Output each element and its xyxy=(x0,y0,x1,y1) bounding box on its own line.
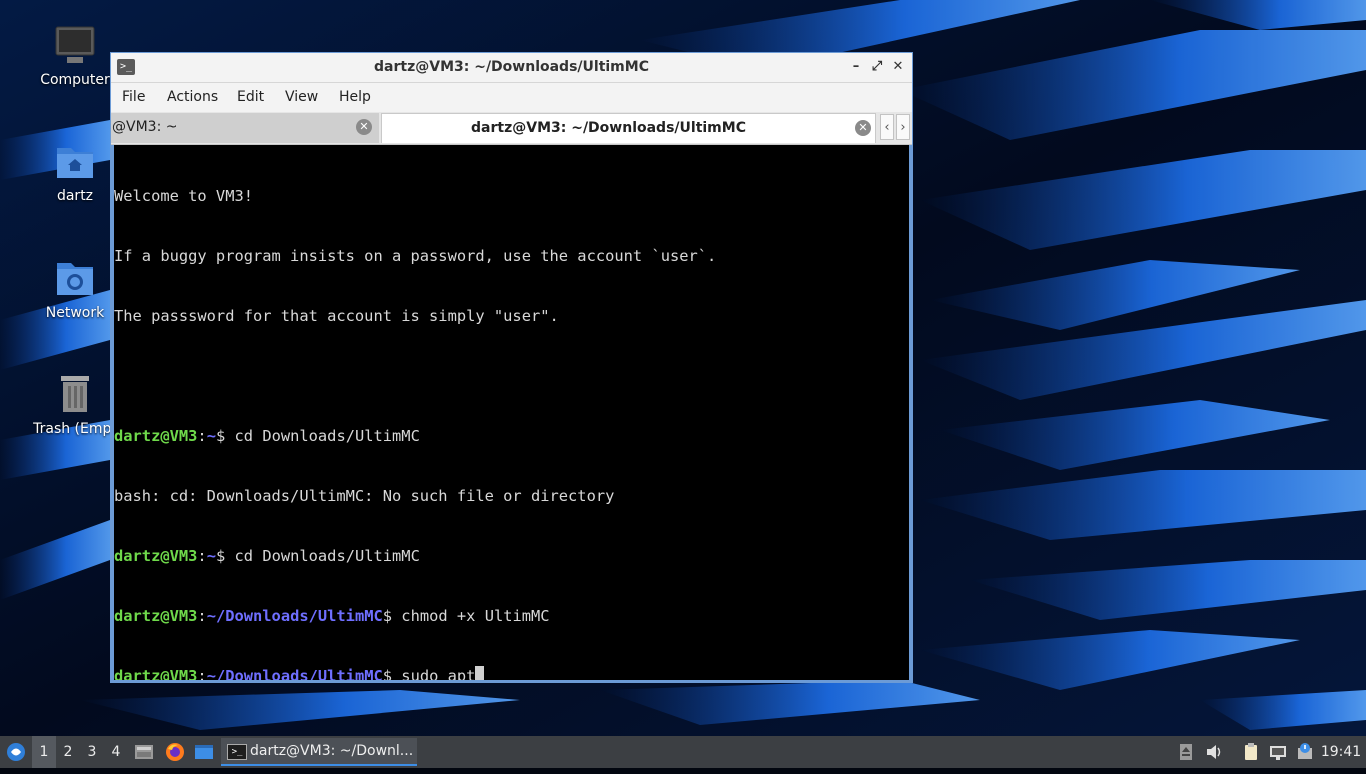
prompt-command: cd Downloads/UltimMC xyxy=(234,427,420,445)
window-titlebar[interactable]: >_ dartz@VM3: ~/Downloads/UltimMC – ⤢ ✕ xyxy=(111,53,912,83)
terminal-window[interactable]: >_ dartz@VM3: ~/Downloads/UltimMC – ⤢ ✕ … xyxy=(110,52,913,683)
network-icon[interactable] xyxy=(1268,742,1288,762)
terminal-prompt-line: dartz@VM3:~$ cd Downloads/UltimMC xyxy=(114,546,909,566)
tab-bar: @VM3: ~ ✕ dartz@VM3: ~/Downloads/UltimMC… xyxy=(111,112,912,145)
prompt-separator: : xyxy=(197,607,207,625)
prompt-path: ~ xyxy=(206,427,216,445)
prompt-path: ~/Downloads/UltimMC xyxy=(206,607,383,625)
prompt-command: cd Downloads/UltimMC xyxy=(234,547,420,565)
taskbar-window-button[interactable]: >_ dartz@VM3: ~/Downl... xyxy=(221,738,417,766)
taskbar: 1 2 3 4 >_ dartz@VM3: ~/Downl... 19:41 xyxy=(0,736,1366,768)
updates-icon[interactable] xyxy=(1295,742,1315,762)
menu-actions[interactable]: Actions xyxy=(167,89,218,105)
network-folder-icon xyxy=(53,257,97,301)
workspace-3-button[interactable]: 3 xyxy=(80,736,104,768)
maximize-button[interactable]: ⤢ xyxy=(868,58,886,76)
menu-edit[interactable]: Edit xyxy=(237,89,264,105)
prompt-dollar: $ xyxy=(382,607,402,625)
firefox-launcher[interactable] xyxy=(163,736,187,768)
clipboard-icon[interactable] xyxy=(1241,742,1261,762)
prompt-user: dartz@VM3 xyxy=(114,547,198,565)
prompt-separator: : xyxy=(197,667,207,680)
prompt-dollar: $ xyxy=(215,427,235,445)
tab-label: @VM3: ~ xyxy=(112,119,178,135)
tab-ultimmc[interactable]: dartz@VM3: ~/Downloads/UltimMC ✕ xyxy=(381,113,876,143)
close-button[interactable]: ✕ xyxy=(889,58,907,76)
prompt-path: ~/Downloads/UltimMC xyxy=(206,667,383,680)
minimize-button[interactable]: – xyxy=(847,58,865,76)
tab-home[interactable]: @VM3: ~ ✕ xyxy=(111,113,379,143)
tab-close-icon[interactable]: ✕ xyxy=(356,119,372,135)
tab-close-icon[interactable]: ✕ xyxy=(855,120,871,136)
terminal-output[interactable]: Welcome to VM3! If a buggy program insis… xyxy=(114,145,909,680)
prompt-user: dartz@VM3 xyxy=(114,607,198,625)
tab-label: dartz@VM3: ~/Downloads/UltimMC xyxy=(471,120,746,136)
file-manager-launcher[interactable] xyxy=(133,736,155,768)
terminal-line: bash: cd: Downloads/UltimMC: No such fil… xyxy=(114,487,615,505)
computer-icon xyxy=(53,24,97,68)
prompt-command: chmod +x UltimMC xyxy=(401,607,550,625)
terminal-prompt-line: dartz@VM3:~/Downloads/UltimMC$ chmod +x … xyxy=(114,606,909,626)
terminal-line: The passsword for that account is simply… xyxy=(114,307,559,325)
terminal-line: Welcome to VM3! xyxy=(114,187,253,205)
volume-icon[interactable] xyxy=(1204,742,1224,762)
app-menu-icon xyxy=(7,743,25,761)
tab-scroll-left-button[interactable]: ‹ xyxy=(880,114,894,140)
home-folder-icon xyxy=(53,140,97,184)
terminal-prompt-line: dartz@VM3:~$ cd Downloads/UltimMC xyxy=(114,426,909,446)
prompt-user: dartz@VM3 xyxy=(114,427,198,445)
prompt-path: ~ xyxy=(206,547,216,565)
tab-scroll-right-button[interactable]: › xyxy=(896,114,910,140)
removable-media-icon[interactable] xyxy=(1177,742,1197,762)
application-menu-button[interactable] xyxy=(4,736,28,768)
taskbar-window-label: dartz@VM3: ~/Downl... xyxy=(250,743,414,759)
workspace-4-button[interactable]: 4 xyxy=(104,736,128,768)
prompt-command: sudo apt xyxy=(401,667,476,680)
prompt-separator: : xyxy=(197,427,207,445)
workspace-1-button[interactable]: 1 xyxy=(32,736,56,768)
prompt-separator: : xyxy=(197,547,207,565)
menu-help[interactable]: Help xyxy=(339,89,371,105)
window-title: dartz@VM3: ~/Downloads/UltimMC xyxy=(374,59,649,75)
menu-file[interactable]: File xyxy=(122,89,145,105)
clock[interactable]: 19:41 xyxy=(1318,736,1364,768)
prompt-dollar: $ xyxy=(382,667,402,680)
prompt-user: dartz@VM3 xyxy=(114,667,198,680)
prompt-dollar: $ xyxy=(215,547,235,565)
show-desktop-launcher[interactable] xyxy=(193,736,215,768)
text-cursor xyxy=(475,666,485,680)
terminal-prompt-line: dartz@VM3:~/Downloads/UltimMC$ sudo apt xyxy=(114,666,909,680)
terminal-icon: >_ xyxy=(227,744,247,760)
terminal-line: If a buggy program insists on a password… xyxy=(114,247,717,265)
file-manager-icon xyxy=(135,745,153,759)
trash-icon xyxy=(53,373,97,417)
show-desktop-icon xyxy=(195,745,213,759)
menu-bar: File Actions Edit View Help xyxy=(111,83,912,112)
firefox-icon xyxy=(166,743,184,761)
menu-view[interactable]: View xyxy=(285,89,318,105)
workspace-2-button[interactable]: 2 xyxy=(56,736,80,768)
